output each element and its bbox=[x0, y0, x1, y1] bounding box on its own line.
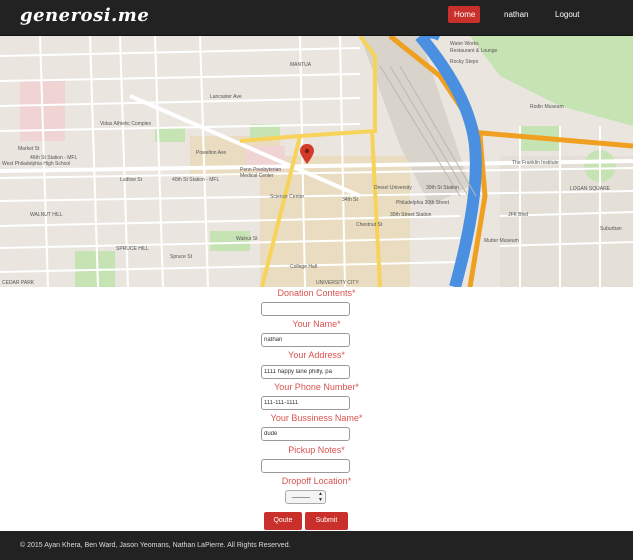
map-label-market-st: Market St bbox=[18, 146, 40, 152]
brand-logo[interactable]: generosi.me bbox=[20, 5, 149, 26]
map-label-west-phila-hs: West Philadelphia High School bbox=[2, 161, 71, 167]
address-input[interactable] bbox=[261, 365, 350, 379]
navbar: generosi.me Home nathan Logout bbox=[0, 0, 633, 36]
map-label-science-center: Science Center bbox=[270, 194, 305, 200]
name-label: Your Name* bbox=[292, 319, 341, 329]
nav-user[interactable]: nathan bbox=[498, 6, 534, 23]
donation-contents-input[interactable] bbox=[261, 302, 350, 316]
map-label-water-works-sub: Restaurant & Lounge bbox=[450, 48, 498, 54]
map[interactable]: MANTUA Water Works Restaurant & Lounge R… bbox=[0, 36, 633, 287]
phone-label: Your Phone Number* bbox=[274, 382, 359, 392]
nav-logout[interactable]: Logout bbox=[549, 6, 585, 23]
map-label-rocky-steps: Rocky Steps bbox=[450, 59, 479, 65]
address-label: Your Address* bbox=[288, 350, 345, 360]
pickup-label: Pickup Notes* bbox=[288, 445, 345, 455]
map-label-walnut-st: Walnut St bbox=[236, 236, 258, 242]
map-label-vidas: Vidas Athletic Complex bbox=[100, 121, 152, 127]
map-label-kennedy: JFK Blvd bbox=[508, 212, 529, 218]
map-label-station34: 34th St bbox=[342, 197, 358, 203]
pickup-input[interactable] bbox=[261, 459, 350, 473]
map-label-college-hall: College Hall bbox=[290, 264, 317, 270]
nav-home[interactable]: Home bbox=[448, 6, 480, 23]
map-label-phila30: Philadelphia 30th Street bbox=[396, 200, 450, 206]
submit-button[interactable]: Submit bbox=[305, 512, 348, 530]
stepper-down-icon[interactable]: ▼ bbox=[318, 498, 323, 503]
map-label-mutter: Mutter Museum bbox=[484, 238, 519, 244]
map-label-logan: LOGAN SQUARE bbox=[570, 186, 611, 192]
map-label-spruce-hill: SPRUCE HILL bbox=[116, 246, 149, 252]
name-input[interactable] bbox=[261, 333, 350, 347]
donation-contents-label: Donation Contents* bbox=[277, 288, 356, 298]
map-label-station30b: 30th Street Station bbox=[390, 212, 432, 218]
dropoff-label: Dropoff Location* bbox=[281, 476, 352, 486]
business-input[interactable] bbox=[261, 427, 350, 441]
map-label-station40: 40th St Station - MFL bbox=[172, 177, 220, 183]
map-label-suburban: Suburban bbox=[600, 226, 622, 232]
dropoff-stepper[interactable]: ▲ ▼ bbox=[285, 490, 326, 504]
map-label-ludlow: Ludlow St bbox=[120, 177, 142, 183]
map-label-penn-presby-sub: Medical Center bbox=[240, 173, 274, 179]
map-label-drexel: Drexel University bbox=[374, 185, 412, 191]
map-label-mantua: MANTUA bbox=[290, 62, 312, 68]
map-label-water-works: Water Works bbox=[450, 41, 479, 47]
map-label-station30: 30th St Station bbox=[426, 185, 459, 191]
quote-button[interactable]: Qoute bbox=[264, 512, 302, 530]
map-label-walnut-hill: WALNUT HILL bbox=[30, 212, 63, 218]
map-label-franklin: The Franklin Institute bbox=[512, 160, 559, 166]
stepper-empty-value bbox=[292, 497, 310, 498]
map-label-rodin: Rodin Museum bbox=[530, 104, 564, 110]
map-label-lancaster: Lancaster Ave bbox=[210, 94, 242, 100]
phone-input[interactable] bbox=[261, 396, 350, 410]
map-label-powelton: Powelton Ave bbox=[196, 150, 227, 156]
footer: © 2015 Ayan Khera, Ben Ward, Jason Yeoma… bbox=[0, 531, 633, 560]
business-label: Your Bussiness Name* bbox=[270, 413, 363, 423]
map-label-spruce-st: Spruce St bbox=[170, 254, 192, 260]
map-label-chestnut: Chestnut St bbox=[356, 222, 383, 228]
map-label-cedar-park: CEDAR PARK bbox=[2, 280, 35, 286]
footer-copyright: © 2015 Ayan Khera, Ben Ward, Jason Yeoma… bbox=[20, 542, 291, 549]
map-label-university-city: UNIVERSITY CITY bbox=[316, 280, 359, 286]
